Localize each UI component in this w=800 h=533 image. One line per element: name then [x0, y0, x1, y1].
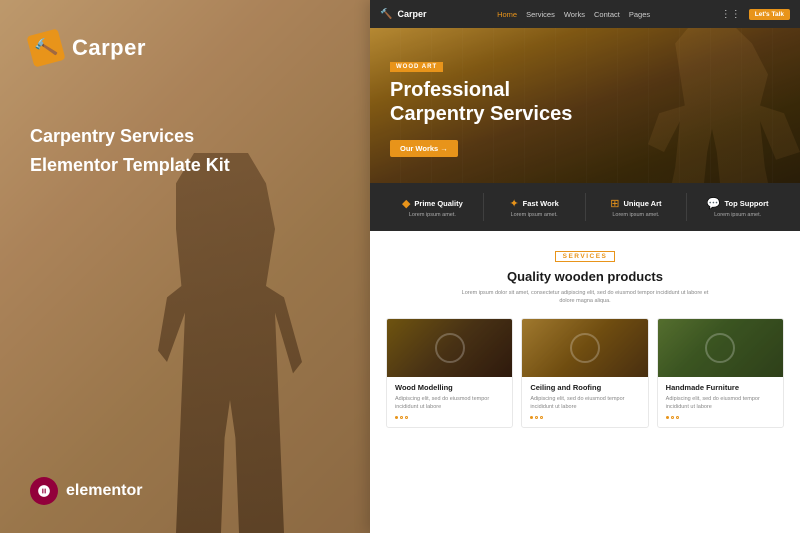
dot-1c [405, 416, 408, 419]
top-support-icon: 💬 [707, 197, 721, 210]
dot-3a [666, 416, 669, 419]
section-title: Quality wooden products [386, 269, 784, 284]
nav-link-home[interactable]: Home [497, 10, 517, 19]
fast-work-icon: ✦ [509, 197, 518, 210]
elementor-badge: elementor [30, 477, 142, 505]
unique-art-title: Unique Art [623, 199, 661, 208]
product-card-wood-modelling: Wood Modelling Adipiscing elit, sed do e… [386, 318, 513, 429]
elementor-label: elementor [66, 482, 142, 500]
left-content: 🔨 Carper Carpentry Services Elementor Te… [0, 0, 260, 210]
nav-brand-name: Carper [397, 9, 426, 19]
feature-icon-wrap-3: ⊞ Unique Art [610, 197, 661, 210]
nav-brand-icon: 🔨 [380, 9, 392, 20]
hero-title-line1: Professional [390, 79, 510, 101]
features-bar: ◆ Prime Quality Lorem ipsum amet. ✦ Fast… [370, 183, 800, 231]
product-card-ceiling-roofing: Ceiling and Roofing Adipiscing elit, sed… [521, 318, 648, 429]
section-tag: SERVICES [386, 245, 784, 263]
fast-work-desc: Lorem ipsum amet. [511, 212, 558, 218]
hero-cta-button[interactable]: Our Works → [390, 140, 458, 157]
feature-unique-art: ⊞ Unique Art Lorem ipsum amet. [586, 197, 687, 218]
product-desc-2: Adipiscing elit, sed do eiusmod tempor i… [530, 395, 639, 412]
left-panel: 🔨 Carper Carpentry Services Elementor Te… [0, 0, 370, 533]
prime-quality-title: Prime Quality [414, 199, 462, 208]
nav-cta-button[interactable]: Let's Talk [749, 9, 790, 20]
brand-icon: 🔨 [26, 28, 65, 67]
nav-link-contact[interactable]: Contact [594, 10, 620, 19]
nav-link-services[interactable]: Services [526, 10, 555, 19]
fast-work-title: Fast Work [523, 199, 559, 208]
product-title-1: Wood Modelling [395, 383, 504, 392]
tagline-line2: Elementor Template Kit [30, 153, 230, 178]
product-title-3: Handmade Furniture [666, 383, 775, 392]
product-img-ceiling-roofing [522, 319, 647, 377]
dot-2a [530, 416, 533, 419]
feature-fast-work: ✦ Fast Work Lorem ipsum amet. [484, 197, 585, 218]
product-img-overlay-1 [387, 319, 512, 377]
product-link-3[interactable] [666, 416, 775, 419]
brand-row: 🔨 Carper [30, 32, 230, 64]
nav-grid-icon[interactable]: ⋮⋮ [721, 9, 741, 20]
hero-title-line2: Carpentry Services [390, 103, 572, 125]
product-link-2[interactable] [530, 416, 639, 419]
brand-name: Carper [72, 35, 146, 61]
product-img-shape-2 [570, 333, 600, 363]
product-desc-3: Adipiscing elit, sed do eiusmod tempor i… [666, 395, 775, 412]
dot-3b [671, 416, 674, 419]
feature-icon-wrap-2: ✦ Fast Work [509, 197, 558, 210]
feature-top-support: 💬 Top Support Lorem ipsum amet. [687, 197, 788, 218]
unique-art-icon: ⊞ [610, 197, 619, 210]
product-link-dots-1 [395, 416, 408, 419]
site-nav: 🔨 Carper Home Services Works Contact Pag… [370, 0, 800, 28]
top-support-desc: Lorem ipsum amet. [714, 212, 761, 218]
dot-2b [535, 416, 538, 419]
tagline-line1: Carpentry Services [30, 124, 230, 149]
right-panel: 🔨 Carper Home Services Works Contact Pag… [370, 0, 800, 533]
feature-icon-wrap-4: 💬 Top Support [707, 197, 769, 210]
tagline-block: Carpentry Services Elementor Template Ki… [30, 124, 230, 178]
product-card-handmade-furniture: Handmade Furniture Adipiscing elit, sed … [657, 318, 784, 429]
product-link-1[interactable] [395, 416, 504, 419]
product-info-1: Wood Modelling Adipiscing elit, sed do e… [387, 377, 512, 428]
dot-1a [395, 416, 398, 419]
dot-3c [676, 416, 679, 419]
hero-content: WOOD ART Professional Carpentry Services… [390, 55, 572, 157]
feature-prime-quality: ◆ Prime Quality Lorem ipsum amet. [382, 197, 483, 218]
dot-1b [400, 416, 403, 419]
unique-art-desc: Lorem ipsum amet. [612, 212, 659, 218]
product-img-overlay-2 [522, 319, 647, 377]
products-section: SERVICES Quality wooden products Lorem i… [370, 231, 800, 440]
nav-link-pages[interactable]: Pages [629, 10, 650, 19]
product-img-handmade-furniture [658, 319, 783, 377]
product-img-shape-1 [435, 333, 465, 363]
product-desc-1: Adipiscing elit, sed do eiusmod tempor i… [395, 395, 504, 412]
elementor-icon [30, 477, 58, 505]
product-link-dots-2 [530, 416, 543, 419]
hero-title: Professional Carpentry Services [390, 78, 572, 126]
product-link-dots-3 [666, 416, 679, 419]
dot-2c [540, 416, 543, 419]
hero-tag: WOOD ART [390, 62, 443, 72]
prime-quality-desc: Lorem ipsum amet. [409, 212, 456, 218]
product-info-3: Handmade Furniture Adipiscing elit, sed … [658, 377, 783, 428]
product-img-overlay-3 [658, 319, 783, 377]
product-img-shape-3 [705, 333, 735, 363]
hero-section: WOOD ART Professional Carpentry Services… [370, 28, 800, 183]
prime-quality-icon: ◆ [402, 197, 410, 210]
feature-icon-wrap-1: ◆ Prime Quality [402, 197, 463, 210]
nav-right: ⋮⋮ Let's Talk [721, 9, 790, 20]
nav-links[interactable]: Home Services Works Contact Pages [438, 10, 708, 19]
products-grid: Wood Modelling Adipiscing elit, sed do e… [386, 318, 784, 429]
section-desc: Lorem ipsum dolor sit amet, consectetur … [455, 289, 715, 306]
product-title-2: Ceiling and Roofing [530, 383, 639, 392]
nav-brand: 🔨 Carper [380, 9, 426, 20]
product-img-wood-modelling [387, 319, 512, 377]
nav-link-works[interactable]: Works [564, 10, 585, 19]
product-info-2: Ceiling and Roofing Adipiscing elit, sed… [522, 377, 647, 428]
top-support-title: Top Support [724, 199, 768, 208]
section-tag-label: SERVICES [555, 251, 616, 262]
